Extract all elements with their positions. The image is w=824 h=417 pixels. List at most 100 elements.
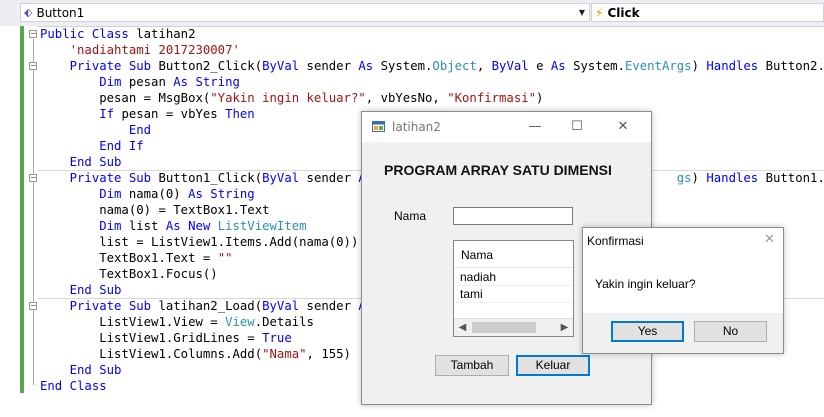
code-token: Private Sub: [40, 299, 159, 313]
code-token: latihan2: [136, 27, 196, 41]
object-combo-value: Button1: [36, 5, 85, 20]
code-token: End Sub: [40, 155, 122, 169]
code-token: TextBox1.Text =: [40, 251, 218, 265]
konfirmasi-dialog: Konfirmasi ✕ Yakin ingin keluar? Yes No: [582, 227, 784, 354]
code-line[interactable]: pesan = MsgBox("Yakin ingin keluar?", vb…: [40, 90, 824, 106]
code-token: "": [217, 251, 233, 265]
code-token: Dim: [40, 75, 129, 89]
code-token: As New: [165, 219, 218, 233]
code-token: End Sub: [40, 363, 122, 377]
code-token: As String: [188, 187, 255, 201]
form-heading: PROGRAM ARRAY SATU DIMENSI: [384, 162, 612, 178]
code-token: Button1_Click(: [158, 171, 263, 185]
object-combo[interactable]: ⬖ Button1 ▼: [20, 3, 590, 22]
code-token: sender: [306, 59, 359, 73]
listview-horizontal-scrollbar[interactable]: ◀ ▶: [454, 318, 573, 336]
code-token: System.: [573, 59, 625, 73]
code-token: nama(0): [128, 187, 189, 201]
code-token: 'nadiahtami 2017230007': [40, 43, 240, 57]
list-item[interactable]: nadiah: [454, 268, 573, 286]
code-token: ListView1.GridLines =: [40, 331, 263, 345]
tambah-button[interactable]: Tambah: [435, 355, 509, 376]
code-token: System.: [380, 59, 433, 73]
code-token: sender: [306, 299, 359, 313]
chevron-right-icon[interactable]: ▶: [556, 319, 573, 336]
code-token: ): [691, 171, 707, 185]
code-token: "Konfirmasi": [447, 91, 537, 105]
code-token: , vbYesNo,: [365, 91, 448, 105]
code-token: As String: [173, 75, 240, 89]
code-token: End Class: [40, 379, 107, 393]
chevron-left-icon[interactable]: ◀: [454, 319, 471, 336]
code-token: Object: [432, 59, 477, 73]
nama-input[interactable]: [453, 207, 573, 225]
nama-listview[interactable]: Nama nadiah tami ◀ ▶: [453, 240, 574, 337]
code-token: ByVal: [491, 59, 537, 73]
code-token: Button2.Click: [765, 59, 824, 73]
code-token: ByVal: [262, 59, 307, 73]
code-token: Private Sub: [40, 59, 159, 73]
minimize-icon[interactable]: —: [525, 118, 545, 136]
fold-guide: [33, 39, 34, 385]
code-token: sender: [306, 171, 359, 185]
list-item[interactable]: tami: [454, 285, 573, 303]
code-token: gs: [676, 171, 692, 185]
code-token: ListView1.Columns.Add(: [40, 347, 263, 361]
code-token: ListView1.View =: [40, 315, 226, 329]
code-line[interactable]: 'nadiahtami 2017230007': [40, 42, 824, 58]
form-app-icon: [372, 121, 385, 132]
fold-toggle-class[interactable]: −: [29, 30, 37, 38]
form-title-bar[interactable]: latihan2 — ☐ ✕: [362, 112, 651, 142]
event-combo-value: Click: [607, 5, 640, 20]
code-token: , 155): [306, 347, 351, 361]
changed-lines-bar: [20, 26, 24, 393]
code-token: ): [536, 91, 544, 105]
no-button[interactable]: No: [694, 321, 767, 342]
code-token: As: [358, 59, 381, 73]
fold-toggle-latihan2-load[interactable]: −: [29, 302, 37, 310]
yes-button[interactable]: Yes: [611, 321, 684, 342]
maximize-icon[interactable]: ☐: [567, 118, 587, 136]
code-token: pesan = MsgBox(: [40, 91, 211, 105]
code-token: "Yakin ingin keluar?": [210, 91, 366, 105]
code-token: list = ListView1.Items.Add(nama(0)): [40, 235, 359, 249]
scrollbar-thumb[interactable]: [472, 322, 536, 333]
object-icon: ⬖: [24, 6, 33, 19]
code-token: "Nama": [262, 347, 307, 361]
code-token: latihan2_Load(: [158, 299, 263, 313]
code-token: View: [225, 315, 255, 329]
close-icon[interactable]: ✕: [613, 118, 633, 136]
code-token: Then: [225, 107, 255, 121]
list-item-label: tami: [460, 287, 483, 301]
code-token: Button1.Click: [765, 171, 824, 185]
code-token: ): [691, 59, 707, 73]
code-line[interactable]: Public Class latihan2: [40, 26, 824, 42]
list-item-label: nadiah: [460, 270, 497, 284]
code-line[interactable]: Private Sub Button2_Click(ByVal sender A…: [40, 58, 824, 74]
code-token: End Sub: [40, 283, 122, 297]
code-token: Button2_Click(: [158, 59, 263, 73]
code-line[interactable]: Dim pesan As String: [40, 74, 824, 90]
code-token: End: [40, 123, 152, 137]
close-icon[interactable]: ✕: [764, 232, 775, 247]
code-token: Handles: [706, 171, 766, 185]
code-token: ,: [476, 59, 492, 73]
listview-header-label: Nama: [461, 248, 494, 262]
fold-toggle-button1-click[interactable]: −: [29, 174, 37, 182]
listview-column-header[interactable]: Nama: [454, 241, 573, 268]
fold-toggle-button2-click[interactable]: −: [29, 62, 37, 70]
nama-label: Nama: [394, 209, 427, 223]
code-token: nama(0) = TextBox1.Text: [40, 203, 270, 217]
chevron-down-icon[interactable]: ▼: [575, 4, 589, 21]
editor-navigation-bar: ⬖ Button1 ▼ ⚡ Click: [0, 0, 824, 27]
dialog-message: Yakin ingin keluar?: [595, 277, 696, 291]
code-token: .Details: [254, 315, 314, 329]
dialog-title: Konfirmasi: [587, 234, 644, 248]
code-token: e: [536, 59, 551, 73]
code-token: True: [262, 331, 292, 345]
code-token: If: [40, 107, 122, 121]
keluar-button[interactable]: Keluar: [516, 355, 590, 376]
code-token: ListViewItem: [217, 219, 307, 233]
event-combo[interactable]: ⚡ Click: [591, 3, 824, 22]
code-token: ByVal: [262, 299, 307, 313]
